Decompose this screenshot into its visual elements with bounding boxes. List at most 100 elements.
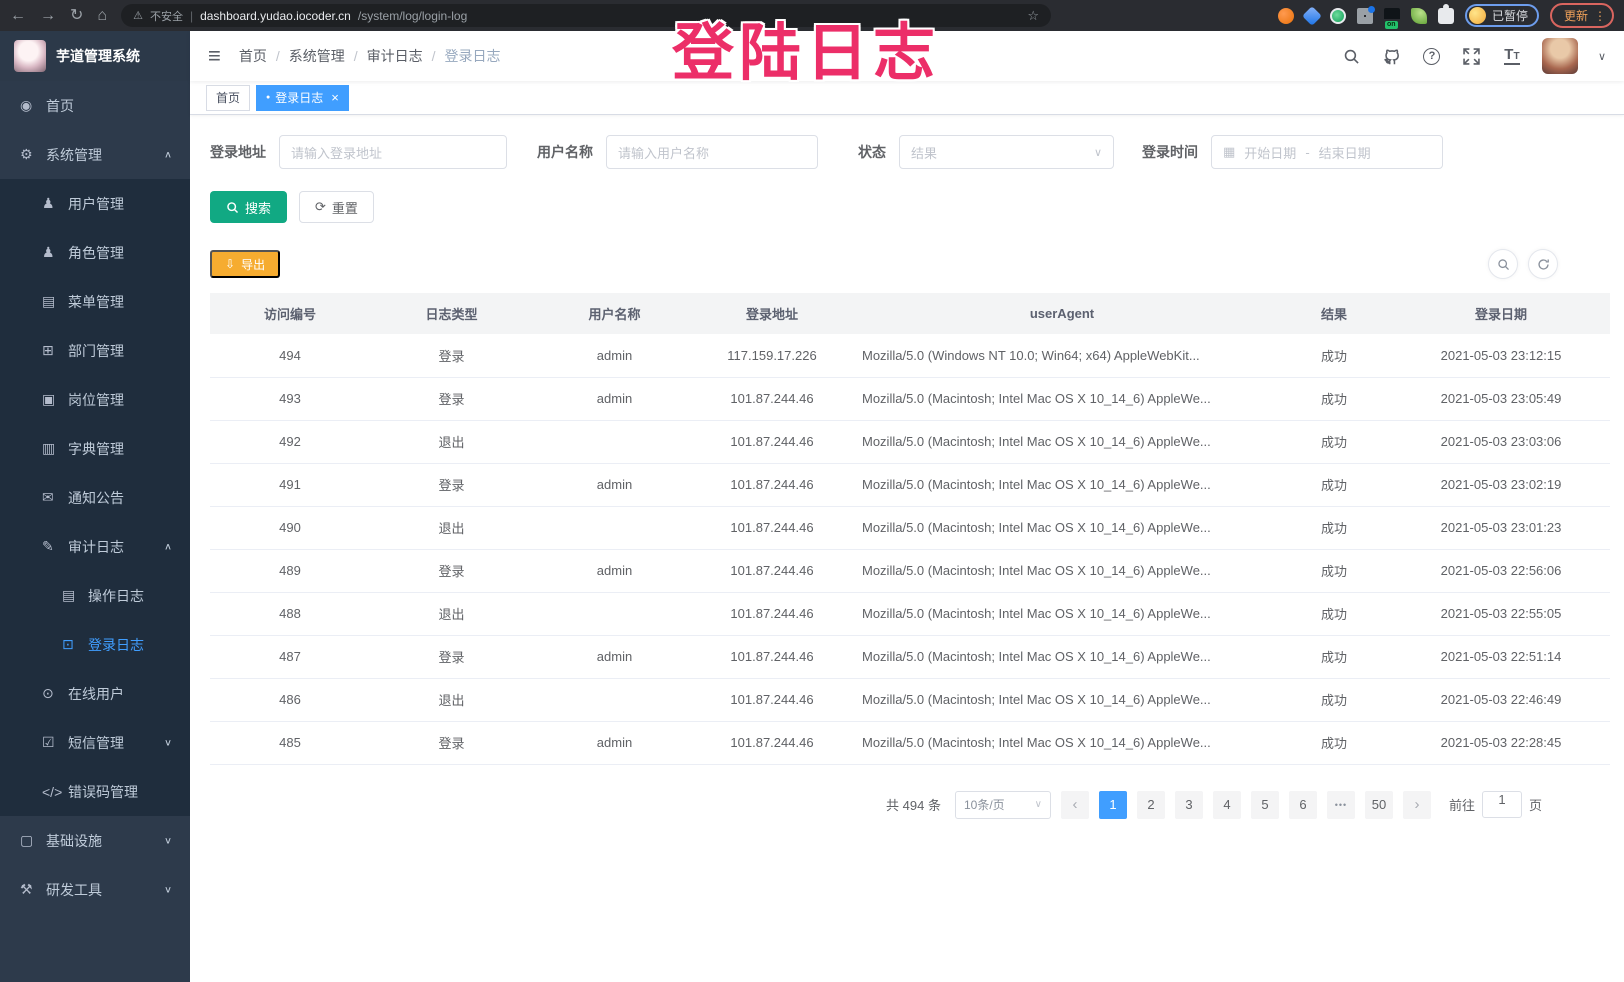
- table-row: 486 退出 101.87.244.46 Mozilla/5.0 (Macint…: [210, 678, 1610, 721]
- export-button[interactable]: ⇩ 导出: [210, 250, 280, 278]
- username-input[interactable]: 请输入用户名称: [606, 135, 818, 169]
- cell-result: 成功: [1276, 506, 1392, 549]
- cell-type: 退出: [370, 592, 533, 635]
- page-number-button[interactable]: 6: [1289, 791, 1317, 819]
- sidebar-item-label: 用户管理: [68, 194, 190, 214]
- cell-result: 成功: [1276, 592, 1392, 635]
- page-number-button[interactable]: 5: [1251, 791, 1279, 819]
- user-avatar[interactable]: [1542, 38, 1578, 74]
- browser-menu-dots-icon[interactable]: ⋮: [1594, 9, 1606, 23]
- select-caret-icon: ∨: [1094, 146, 1102, 159]
- page-number-button[interactable]: 1: [1099, 791, 1127, 819]
- tab-close-icon[interactable]: ×: [331, 90, 339, 105]
- sidebar-item[interactable]: ◉ 首页: [0, 81, 190, 130]
- address-bar[interactable]: ⚠ 不安全 | dashboard.yudao.iocoder.cn/syste…: [121, 4, 1051, 27]
- breadcrumb-system[interactable]: 系统管理: [289, 46, 345, 66]
- status-select-value: 结果: [911, 143, 937, 162]
- font-size-icon[interactable]: TT: [1502, 46, 1522, 66]
- user-caret-icon[interactable]: ∨: [1598, 50, 1606, 63]
- prev-page-button[interactable]: ‹: [1061, 791, 1089, 819]
- sidebar-item[interactable]: ♟ 角色管理: [0, 228, 190, 277]
- jump-page-input[interactable]: 1: [1482, 791, 1522, 818]
- sidebar-item-label: 部门管理: [68, 341, 190, 361]
- extension-green-icon[interactable]: [1330, 8, 1346, 24]
- cell-id: 487: [210, 635, 370, 678]
- browser-home-icon[interactable]: ⌂: [97, 8, 107, 24]
- sidebar-item[interactable]: ⚙ 系统管理 ∧: [0, 130, 190, 179]
- date-range-picker[interactable]: ▦ 开始日期 - 结束日期: [1211, 135, 1443, 169]
- cell-date: 2021-05-03 22:46:49: [1392, 678, 1610, 721]
- github-icon[interactable]: [1382, 46, 1402, 66]
- sidebar-item[interactable]: ▥ 字典管理: [0, 424, 190, 473]
- table-row: 494 登录 admin 117.159.17.226 Mozilla/5.0 …: [210, 334, 1610, 377]
- cell-date: 2021-05-03 23:05:49: [1392, 377, 1610, 420]
- sidebar-item[interactable]: ⊡ 登录日志: [0, 620, 190, 669]
- sms-icon: ☑: [42, 734, 68, 751]
- sidebar-item-label: 通知公告: [68, 488, 190, 508]
- sidebar-item[interactable]: ✉ 通知公告: [0, 473, 190, 522]
- extension-leaf-icon[interactable]: [1411, 8, 1427, 24]
- search-icon[interactable]: [1342, 46, 1362, 66]
- sidebar-item[interactable]: ⊙ 在线用户: [0, 669, 190, 718]
- browser-reload-icon[interactable]: ↻: [70, 8, 83, 24]
- cell-address: 101.87.244.46: [696, 377, 848, 420]
- reset-button[interactable]: ⟳ 重置: [299, 191, 374, 223]
- breadcrumb-home[interactable]: 首页: [239, 46, 267, 66]
- page-number-button[interactable]: 50: [1365, 791, 1393, 819]
- browser-profile-button[interactable]: 已暂停: [1465, 4, 1539, 27]
- cell-id: 488: [210, 592, 370, 635]
- page-number-button[interactable]: 4: [1213, 791, 1241, 819]
- extension-list-on-icon[interactable]: [1384, 8, 1400, 24]
- page-number-button[interactable]: •••: [1327, 791, 1355, 819]
- app-logo[interactable]: 芋道管理系统: [0, 31, 190, 81]
- filter-form: 登录地址 请输入登录地址 用户名称 请输入用户名称 状态 结果 ∨ 登录时间 ▦…: [210, 135, 1604, 169]
- page-tab[interactable]: 首页: [206, 85, 250, 111]
- sidebar-item[interactable]: ☑ 短信管理 ∨: [0, 718, 190, 767]
- extension-grid-icon[interactable]: [1357, 8, 1373, 24]
- sidebar-item[interactable]: ♟ 用户管理: [0, 179, 190, 228]
- browser-update-button[interactable]: 更新 ⋮: [1550, 3, 1614, 28]
- extensions-puzzle-icon[interactable]: [1438, 8, 1454, 24]
- help-icon[interactable]: ?: [1422, 46, 1442, 66]
- sidebar-item[interactable]: ⚒ 研发工具 ∨: [0, 865, 190, 914]
- page-number-button[interactable]: 2: [1137, 791, 1165, 819]
- search-button[interactable]: 搜索: [210, 191, 287, 223]
- extension-orange-icon[interactable]: [1278, 8, 1294, 24]
- sidebar-item[interactable]: ▤ 菜单管理: [0, 277, 190, 326]
- security-warning-icon[interactable]: ⚠: [133, 9, 143, 22]
- extension-gem-icon[interactable]: [1302, 6, 1322, 26]
- cell-result: 成功: [1276, 334, 1392, 377]
- filter-actions: 搜索 ⟳ 重置: [210, 191, 1604, 223]
- cell-username: admin: [533, 334, 696, 377]
- next-page-button[interactable]: ›: [1403, 791, 1431, 819]
- page-size-select[interactable]: 10条/页 ∨: [955, 791, 1051, 819]
- page-content: 登录地址 请输入登录地址 用户名称 请输入用户名称 状态 结果 ∨ 登录时间 ▦…: [190, 115, 1624, 982]
- sidebar-item[interactable]: </> 错误码管理: [0, 767, 190, 816]
- browser-forward-icon[interactable]: →: [40, 8, 56, 24]
- sidebar-item[interactable]: ⊞ 部门管理: [0, 326, 190, 375]
- start-date-input[interactable]: 开始日期: [1244, 143, 1296, 162]
- refresh-button[interactable]: [1528, 249, 1558, 279]
- toggle-search-button[interactable]: [1488, 249, 1518, 279]
- cell-type: 退出: [370, 678, 533, 721]
- table-row: 492 退出 101.87.244.46 Mozilla/5.0 (Macint…: [210, 420, 1610, 463]
- status-select[interactable]: 结果 ∨: [899, 135, 1114, 169]
- sidebar-item[interactable]: ▢ 基础设施 ∨: [0, 816, 190, 865]
- page-number-button[interactable]: 3: [1175, 791, 1203, 819]
- page-tab[interactable]: ● 登录日志 ×: [256, 85, 349, 111]
- sidebar-item[interactable]: ▤ 操作日志: [0, 571, 190, 620]
- sidebar-item[interactable]: ✎ 审计日志 ∧: [0, 522, 190, 571]
- end-date-input[interactable]: 结束日期: [1319, 143, 1371, 162]
- infra-icon: ▢: [20, 832, 46, 849]
- bookmark-star-icon[interactable]: ☆: [1027, 8, 1039, 24]
- browser-back-icon[interactable]: ←: [10, 8, 26, 24]
- cell-result: 成功: [1276, 420, 1392, 463]
- sidebar-item[interactable]: ▣ 岗位管理: [0, 375, 190, 424]
- breadcrumb-audit[interactable]: 审计日志: [367, 46, 423, 66]
- address-input[interactable]: 请输入登录地址: [279, 135, 507, 169]
- cell-type: 登录: [370, 721, 533, 764]
- fullscreen-icon[interactable]: [1462, 46, 1482, 66]
- hamburger-icon[interactable]: ≡: [208, 45, 221, 67]
- sidebar-item-label: 系统管理: [46, 145, 164, 165]
- sidebar-item-label: 操作日志: [88, 586, 190, 606]
